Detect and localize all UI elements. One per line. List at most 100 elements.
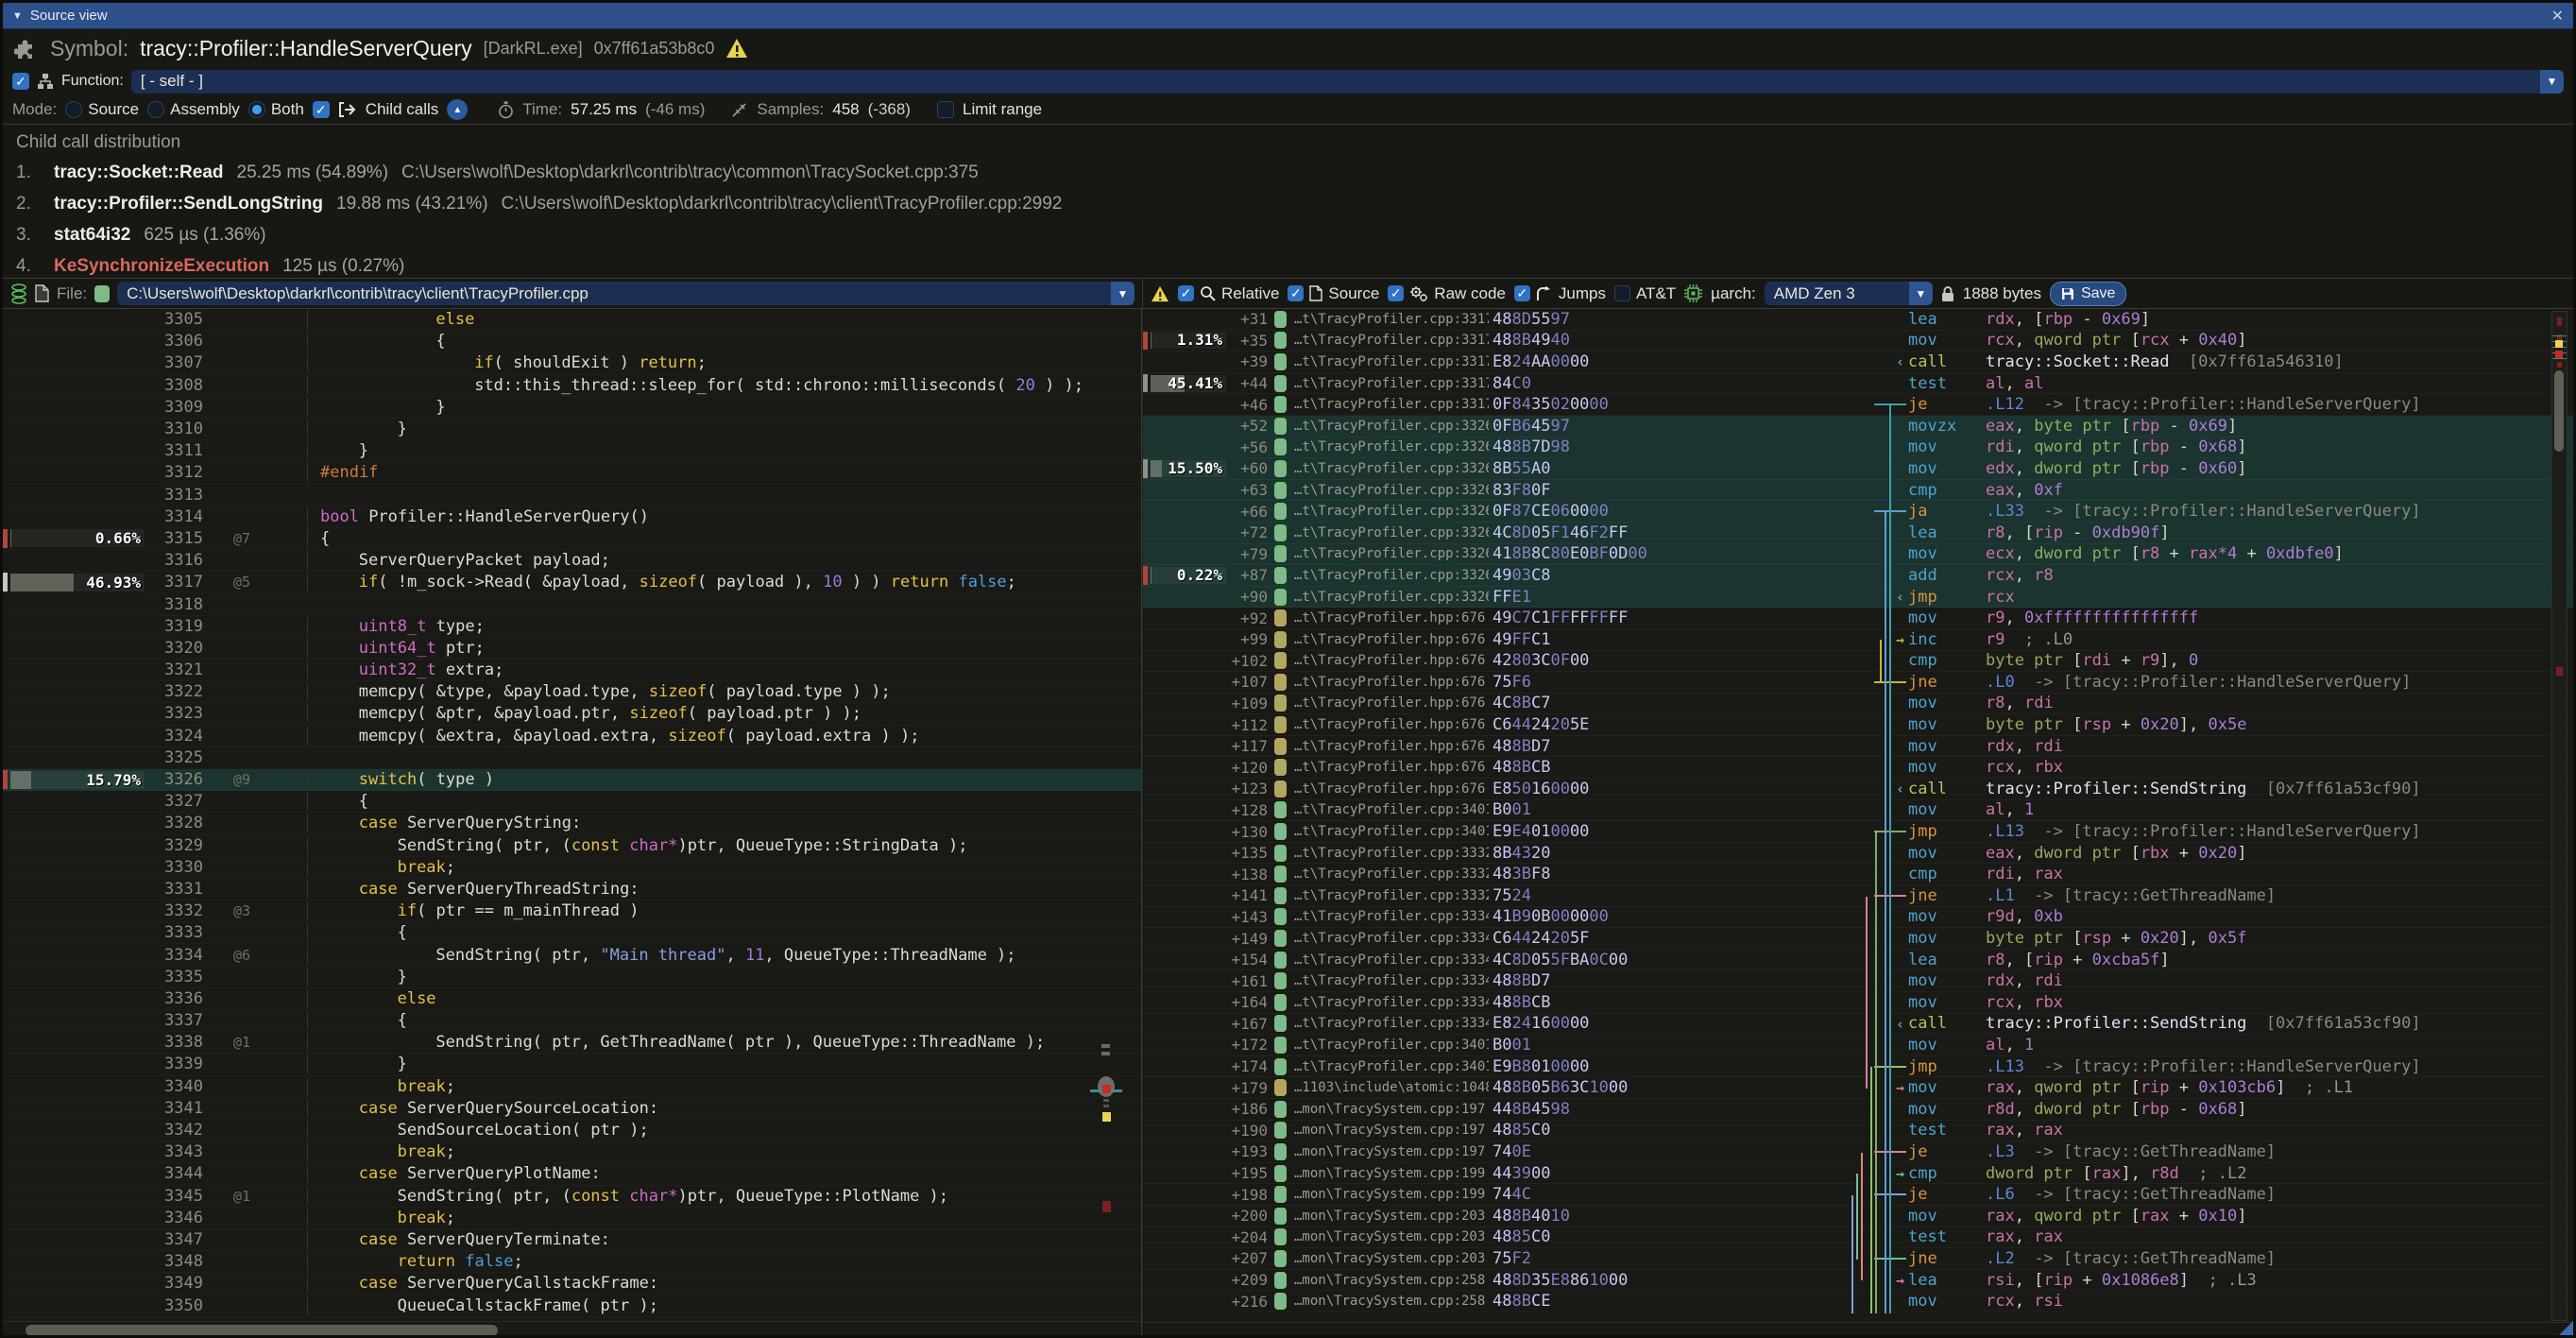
source-line[interactable]: 3320uint64_t ptr;: [3, 638, 1141, 660]
asm-row[interactable]: +31…t\TracyProfiler.cpp:3317488D5597lear…: [1143, 309, 2573, 331]
chevron-down-icon[interactable]: ▼: [2540, 70, 2564, 94]
source-line[interactable]: 3329SendString( ptr, (const char*)ptr, Q…: [3, 835, 1141, 857]
source-line[interactable]: 3319uint8_t type;: [3, 616, 1141, 638]
source-line[interactable]: 3314bool Profiler::HandleServerQuery(): [3, 506, 1141, 528]
child-call-item[interactable]: 2.tracy::Profiler::SendLongString19.88 m…: [16, 188, 2560, 219]
source-line[interactable]: 3348return false;: [3, 1251, 1141, 1273]
asm-row[interactable]: 45.41%+44…t\TracyProfiler.cpp:331784C0te…: [1143, 373, 2573, 395]
asm-row[interactable]: +193…mon\TracySystem.cpp:197740Eje.L3 ->…: [1143, 1141, 2573, 1163]
source-line[interactable]: 3341case ServerQuerySourceLocation:: [3, 1098, 1141, 1120]
source-toggle[interactable]: ✓ Source: [1288, 284, 1379, 303]
source-line[interactable]: 3339}: [3, 1054, 1141, 1075]
asm-row[interactable]: +138…t\TracyProfiler.cpp:3332483BF8cmprd…: [1143, 864, 2573, 885]
raw-code-checkbox[interactable]: ✓: [1388, 285, 1404, 301]
march-combo[interactable]: AMD Zen 3 ▼: [1765, 282, 1933, 305]
source-line[interactable]: 3349case ServerQueryCallstackFrame:: [3, 1273, 1141, 1295]
source-line[interactable]: 3346break;: [3, 1208, 1141, 1229]
asm-row[interactable]: +63…t\TracyProfiler.cpp:332683F80Fcmpeax…: [1143, 480, 2573, 502]
asm-row[interactable]: +154…t\TracyProfiler.cpp:33344C8D055FBA0…: [1143, 950, 2573, 971]
child-call-item[interactable]: 3.stat64i32625 µs (1.36%): [16, 219, 2560, 250]
function-checkbox[interactable]: ✓: [12, 73, 29, 90]
mode-radio-assembly[interactable]: Assembly: [147, 100, 240, 119]
child-call-item[interactable]: 1.tracy::Socket::Read25.25 ms (54.89%)C:…: [16, 157, 2560, 188]
source-line[interactable]: 3308std::this_thread::sleep_for( std::ch…: [3, 375, 1141, 397]
asm-row[interactable]: +99…t\TracyProfiler.hpp:67649FFC1→incr9 …: [1143, 629, 2573, 651]
asm-row[interactable]: +39…t\TracyProfiler.cpp:3317E824AA0000‹c…: [1143, 352, 2573, 373]
limit-range-checkbox[interactable]: [937, 101, 954, 118]
asm-row[interactable]: +161…t\TracyProfiler.cpp:3334488BD7movrd…: [1143, 970, 2573, 992]
asm-row[interactable]: +164…t\TracyProfiler.cpp:3334488BCBmovrc…: [1143, 992, 2573, 1014]
asm-row[interactable]: +200…mon\TracySystem.cpp:203488B4010movr…: [1143, 1206, 2573, 1227]
child-call-item[interactable]: 4.KeSynchronizeExecution125 µs (0.27%): [16, 250, 2560, 278]
source-line[interactable]: 3307if( shouldExit ) return;: [3, 352, 1141, 374]
source-line[interactable]: 0.66%3315@7{: [3, 528, 1141, 550]
asm-row[interactable]: +128…t\TracyProfiler.cpp:3401B001moval, …: [1143, 800, 2573, 822]
asm-row[interactable]: +174…t\TracyProfiler.cpp:3401E9B8010000j…: [1143, 1056, 2573, 1078]
radio-icon[interactable]: [248, 101, 265, 118]
source-hscrollbar[interactable]: [3, 1321, 1141, 1338]
asm-hscrollbar[interactable]: [1143, 1322, 2573, 1338]
asm-row[interactable]: +66…t\TracyProfiler.cpp:33260F87CE060000…: [1143, 501, 2573, 523]
asm-row[interactable]: +172…t\TracyProfiler.cpp:3401B001moval, …: [1143, 1035, 2573, 1056]
asm-row[interactable]: +143…t\TracyProfiler.cpp:333441B90B00000…: [1143, 907, 2573, 929]
source-line[interactable]: 3306{: [3, 331, 1141, 352]
asm-row[interactable]: +135…t\TracyProfiler.cpp:33328B4320movea…: [1143, 843, 2573, 865]
source-line[interactable]: 3334@6SendString( ptr, "Main thread", 11…: [3, 944, 1141, 966]
source-line[interactable]: 3328case ServerQueryString:: [3, 813, 1141, 834]
source-line[interactable]: 3343break;: [3, 1141, 1141, 1163]
att-checkbox[interactable]: [1614, 285, 1630, 301]
source-line[interactable]: 3322memcpy( &type, &payload.type, sizeof…: [3, 681, 1141, 703]
source-line[interactable]: 3324memcpy( &extra, &payload.extra, size…: [3, 726, 1141, 747]
asm-row[interactable]: +46…t\TracyProfiler.cpp:33170F8435020000…: [1143, 394, 2573, 416]
source-checkbox[interactable]: ✓: [1288, 285, 1304, 301]
source-line[interactable]: 3311}: [3, 440, 1141, 462]
source-line[interactable]: 3323memcpy( &ptr, &payload.ptr, sizeof( …: [3, 703, 1141, 725]
asm-row[interactable]: +204…mon\TracySystem.cpp:2034885C0testra…: [1143, 1227, 2573, 1249]
source-line[interactable]: 3321uint32_t extra;: [3, 660, 1141, 681]
source-line[interactable]: 46.93%3317@5if( !m_sock->Read( &payload,…: [3, 572, 1141, 593]
source-line[interactable]: 3309}: [3, 397, 1141, 419]
asm-row[interactable]: +190…mon\TracySystem.cpp:1974885C0testra…: [1143, 1121, 2573, 1142]
save-button[interactable]: Save: [2050, 282, 2126, 306]
asm-row[interactable]: +141…t\TracyProfiler.cpp:33327524jne.L1 …: [1143, 885, 2573, 907]
asm-row[interactable]: 15.50%+60…t\TracyProfiler.cpp:33268B55A0…: [1143, 458, 2573, 480]
asm-row[interactable]: +209…mon\TracySystem.cpp:258488D35E88610…: [1143, 1270, 2573, 1292]
source-line[interactable]: 3330break;: [3, 857, 1141, 879]
jumps-toggle[interactable]: ✓ Jumps: [1514, 284, 1606, 303]
source-line[interactable]: 3337{: [3, 1010, 1141, 1032]
scroll-thumb[interactable]: [2554, 370, 2564, 452]
asm-row[interactable]: +216…mon\TracySystem.cpp:258488BCEmovrcx…: [1143, 1291, 2573, 1312]
source-line[interactable]: 3338@1SendString( ptr, GetThreadName( pt…: [3, 1032, 1141, 1054]
asm-row[interactable]: +149…t\TracyProfiler.cpp:3334C64424205Fm…: [1143, 928, 2573, 950]
asm-row[interactable]: +179…1103\include\atomic:1048488B05B63C1…: [1143, 1077, 2573, 1099]
source-line[interactable]: 3310}: [3, 419, 1141, 440]
collapse-icon[interactable]: ▼: [12, 10, 23, 22]
source-line[interactable]: 3331case ServerQueryThreadString:: [3, 879, 1141, 901]
asm-row[interactable]: +102…t\TracyProfiler.hpp:67642803C0F00cm…: [1143, 651, 2573, 673]
mode-radio-both[interactable]: Both: [248, 100, 304, 119]
relative-checkbox[interactable]: ✓: [1178, 285, 1194, 301]
collapse-child-calls-button[interactable]: ▲: [447, 99, 468, 120]
source-line[interactable]: 3335}: [3, 967, 1141, 988]
source-line[interactable]: 3318: [3, 593, 1141, 615]
asm-scrollbar[interactable]: [2551, 311, 2567, 1321]
source-line[interactable]: 3313: [3, 485, 1141, 506]
titlebar[interactable]: ▼ Source view ✕: [3, 3, 2573, 29]
asm-row[interactable]: +107…t\TracyProfiler.hpp:67675F6jne.L0 -…: [1143, 672, 2573, 694]
source-line[interactable]: 3345@1SendString( ptr, (const char*)ptr,…: [3, 1186, 1141, 1208]
asm-row[interactable]: +92…t\TracyProfiler.hpp:67649C7C1FFFFFFF…: [1143, 608, 2573, 629]
asm-row[interactable]: +56…t\TracyProfiler.cpp:3326488B7D98movr…: [1143, 437, 2573, 459]
source-line[interactable]: 3340break;: [3, 1076, 1141, 1098]
source-line[interactable]: 3305else: [3, 309, 1141, 331]
source-line[interactable]: 3312#endif: [3, 462, 1141, 484]
asm-row[interactable]: +198…mon\TracySystem.cpp:199744Cje.L6 ->…: [1143, 1184, 2573, 1206]
resize-grip[interactable]: [2552, 1321, 2573, 1338]
source-scrollbar[interactable]: [1098, 309, 1115, 1301]
asm-row[interactable]: 1.31%+35…t\TracyProfiler.cpp:3317488B494…: [1143, 331, 2573, 352]
source-line[interactable]: 3325: [3, 747, 1141, 769]
source-line[interactable]: 3332@3if( ptr == m_mainThread ): [3, 901, 1141, 922]
asm-row[interactable]: +186…mon\TracySystem.cpp:197448B4598movr…: [1143, 1099, 2573, 1121]
close-icon[interactable]: ✕: [2551, 7, 2564, 26]
att-toggle[interactable]: AT&T: [1614, 284, 1676, 303]
asm-row[interactable]: +130…t\TracyProfiler.cpp:3401E9E4010000j…: [1143, 821, 2573, 843]
